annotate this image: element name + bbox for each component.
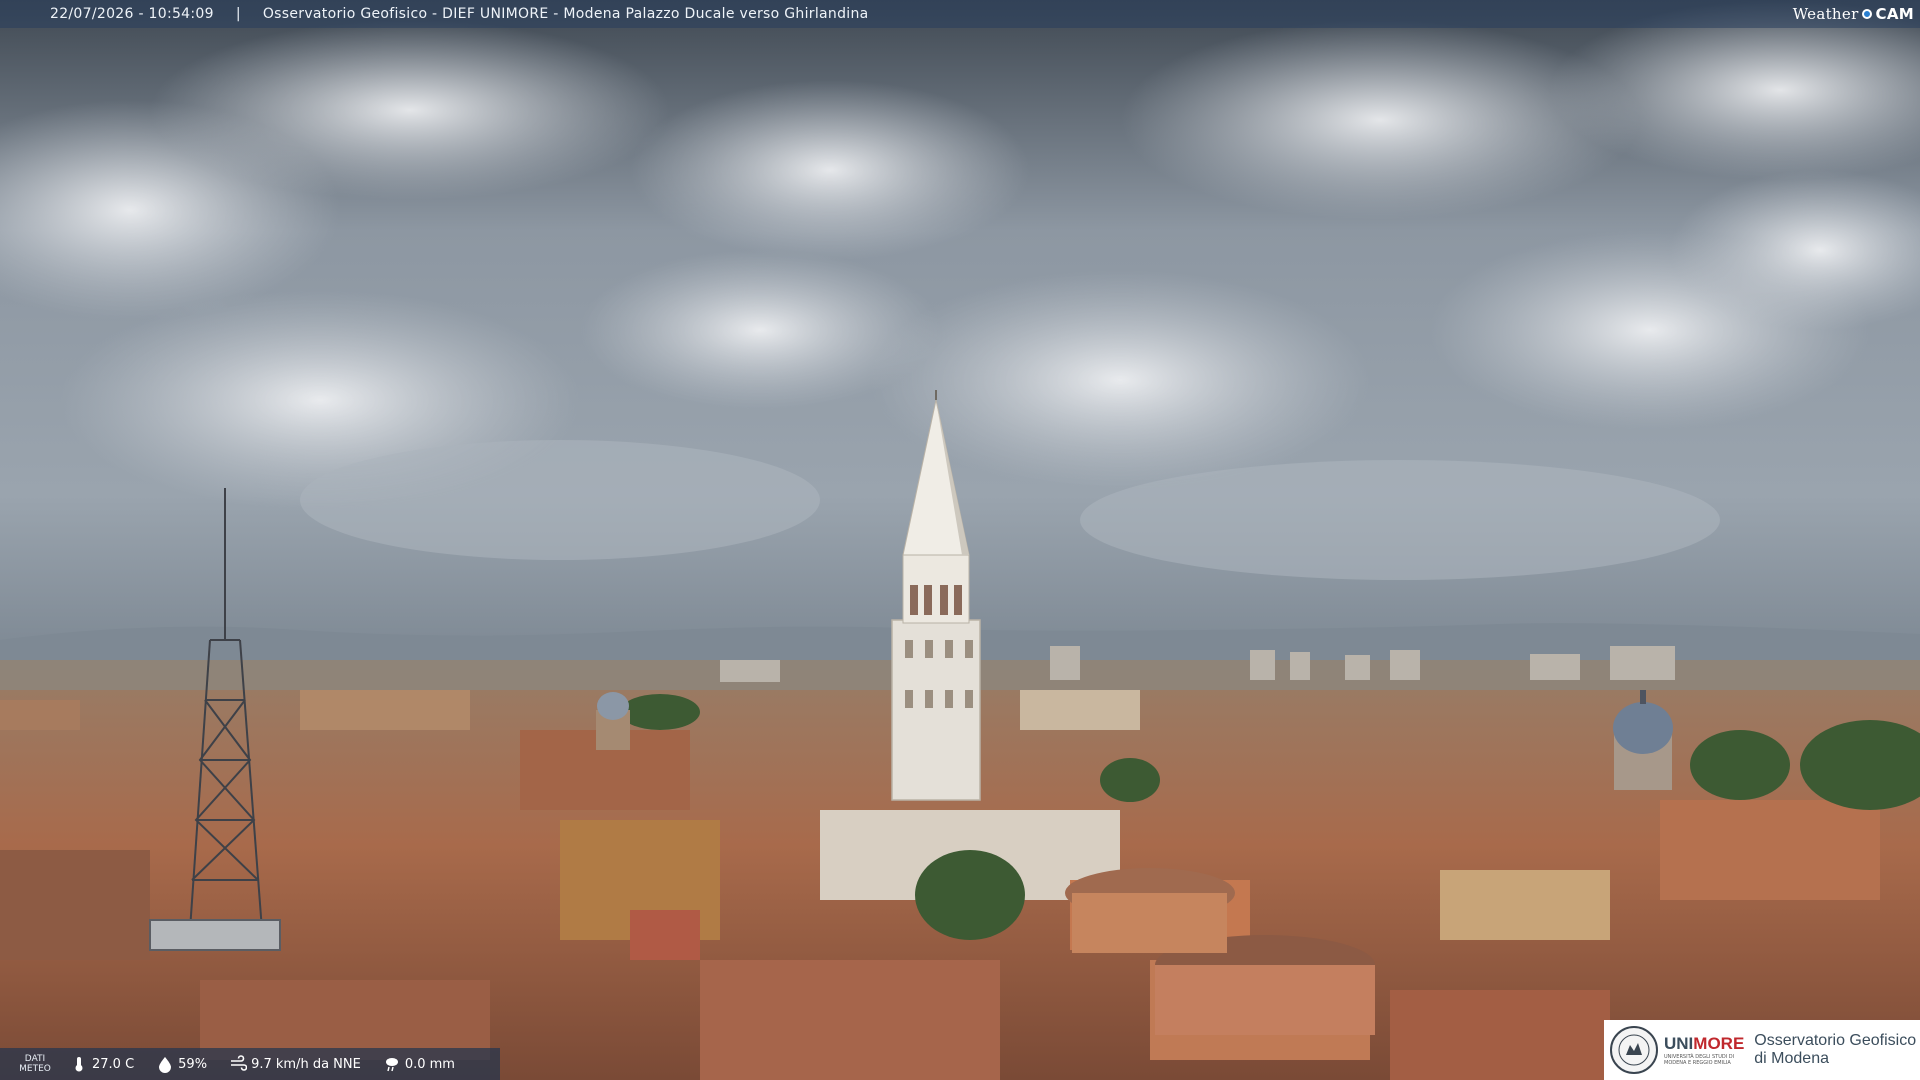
brand-weather: Weather: [1792, 5, 1859, 23]
wind-value: 9.7 km/h da NNE: [251, 1056, 361, 1072]
humidity-drop-icon: [159, 1057, 172, 1073]
humidity-item: 59%: [156, 1055, 207, 1073]
uni-name-part: UNI: [1664, 1034, 1694, 1053]
university-seal-icon: [1610, 1026, 1658, 1074]
unimore-logo-box: UNIMORE UNIVERSITÀ DEGLI STUDI DI MODENA…: [1604, 1020, 1920, 1080]
weathercam-logo: Weather CAM: [1793, 0, 1920, 28]
unimore-name-block: UNIMORE UNIVERSITÀ DEGLI STUDI DI MODENA…: [1664, 1034, 1744, 1066]
wind-icon: [231, 1055, 248, 1071]
weather-strip: DATI METEO 27.0 C 59% 9.7 km/h da NNE 0.…: [0, 1048, 500, 1080]
brand-dot-icon: [1861, 9, 1872, 19]
unimore-name: UNIMORE: [1664, 1034, 1744, 1054]
rain-value: 0.0 mm: [404, 1056, 455, 1072]
unimore-subtitle: UNIVERSITÀ DEGLI STUDI DI MODENA E REGGI…: [1664, 1054, 1735, 1066]
temperature-value: 27.0 C: [92, 1056, 135, 1072]
thermometer-icon: [75, 1057, 83, 1072]
more-name-part: MORE: [1693, 1034, 1745, 1053]
webcam-image: [0, 0, 1920, 1080]
city-panorama: [0, 0, 1920, 1080]
brand-cam: CAM: [1875, 5, 1914, 23]
rain-item: 0.0 mm: [383, 1055, 455, 1073]
observatory-line-1: Osservatorio Geofisico: [1754, 1032, 1917, 1049]
wind-item: 9.7 km/h da NNE: [229, 1055, 361, 1073]
meteo-label: METEO: [19, 1064, 51, 1074]
humidity-value: 59%: [178, 1056, 208, 1072]
observatory-name: Osservatorio Geofisico di Modena: [1754, 1032, 1916, 1068]
camera-title: Osservatorio Geofisico - DIEF UNIMORE - …: [262, 6, 869, 22]
capture-datetime: 22/07/2026 - 10:54:09: [50, 6, 214, 22]
temperature-item: 27.0 C: [70, 1055, 134, 1073]
caption-bar: 22/07/2026 - 10:54:09 | Osservatorio Geo…: [0, 0, 1920, 28]
rain-cloud-icon: [385, 1058, 398, 1072]
dati-label: DATI: [24, 1054, 46, 1064]
dati-meteo-label: DATI METEO: [0, 1054, 70, 1074]
observatory-line-2: di Modena: [1754, 1050, 1829, 1067]
dome-left: [596, 692, 630, 750]
caption-separator: |: [235, 6, 241, 22]
